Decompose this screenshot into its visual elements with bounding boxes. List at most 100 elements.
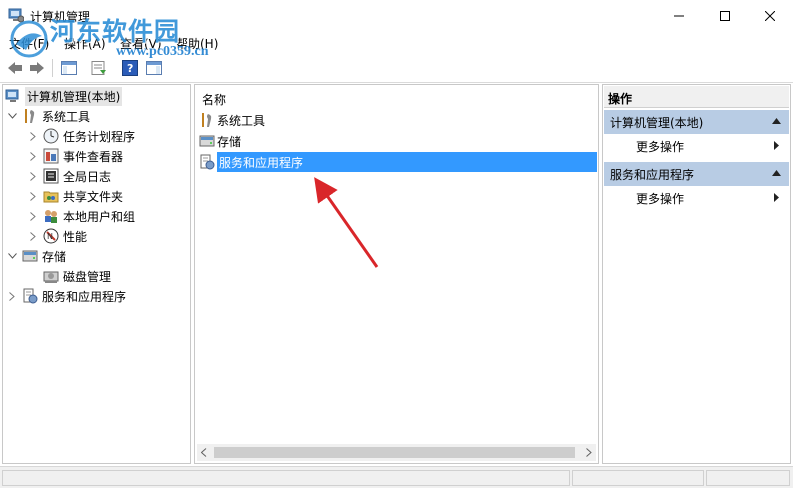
toolbar-separator <box>52 59 53 77</box>
submenu-arrow-icon <box>774 141 779 150</box>
status-cell-main <box>2 470 570 486</box>
tree-item-label: 服务和应用程序 <box>42 289 127 304</box>
tools-icon <box>25 109 35 123</box>
collapse-up-icon[interactable] <box>772 118 781 124</box>
actions-item-more-2[interactable]: 更多操作 <box>604 188 789 208</box>
column-header-name[interactable]: 名称 <box>202 91 226 108</box>
list-item-system-tools[interactable]: 系统工具 <box>199 110 419 130</box>
tree-item-local-users-groups[interactable]: 本地用户和组 <box>27 206 135 226</box>
clock-icon <box>43 128 59 144</box>
tree-item-label: 存储 <box>42 249 67 264</box>
help-icon: ? <box>122 60 138 76</box>
console-tree: 计算机管理(本地) 系统工具 任务计划程序 事件查看器 全局日志 共享文件夹 本… <box>2 84 191 464</box>
chevron-right-icon[interactable] <box>27 226 39 246</box>
annotation-arrow <box>314 177 379 268</box>
list-pane: 名称 系统工具 存储 服务和应用程序 <box>194 84 599 464</box>
selection-highlight: 服务和应用程序 <box>217 152 597 172</box>
tree-item-shared-folders[interactable]: 共享文件夹 <box>27 186 123 206</box>
show-hide-tree-button[interactable] <box>59 58 79 78</box>
services-icon <box>200 154 215 170</box>
tree-item-label: 任务计划程序 <box>63 129 136 144</box>
list-item-label: 存储 <box>217 134 242 149</box>
list-item-storage[interactable]: 存储 <box>199 131 419 151</box>
close-icon <box>765 10 775 21</box>
actions-section-computer-management[interactable]: 计算机管理(本地) <box>604 110 789 134</box>
back-button[interactable] <box>5 58 25 78</box>
horizontal-scrollbar[interactable] <box>197 444 596 461</box>
chevron-right-icon[interactable] <box>27 206 39 226</box>
tree-item-disk-management[interactable]: 磁盘管理 <box>43 266 111 286</box>
menu-action[interactable]: 操作(A) <box>64 35 106 52</box>
tree-item-label: 全局日志 <box>63 169 112 184</box>
menu-help[interactable]: 帮助(H) <box>176 35 218 52</box>
chevron-right-icon[interactable] <box>27 146 39 166</box>
action-pane-icon <box>146 61 162 75</box>
menu-file[interactable]: 文件(F) <box>9 35 49 52</box>
console-tree-icon <box>61 61 77 75</box>
list-item-services-apps[interactable]: 服务和应用程序 <box>199 152 597 172</box>
submenu-arrow-icon <box>774 193 779 202</box>
performance-icon: N <box>43 228 59 244</box>
disk-icon <box>43 271 59 283</box>
forward-button[interactable] <box>27 58 47 78</box>
svg-text:N: N <box>47 232 53 241</box>
tree-item-system-tools[interactable]: 系统工具 <box>6 106 90 126</box>
forward-arrow-icon <box>30 62 44 74</box>
status-bar <box>0 466 793 488</box>
maximize-button[interactable] <box>702 0 748 31</box>
chevron-right-icon[interactable] <box>6 286 18 306</box>
chevron-right-icon[interactable] <box>27 186 39 206</box>
chevron-down-icon[interactable] <box>6 106 18 126</box>
tree-item-label: 磁盘管理 <box>63 269 112 284</box>
actions-section-services-apps[interactable]: 服务和应用程序 <box>604 162 789 186</box>
tree-item-label: 系统工具 <box>42 109 91 124</box>
menu-bar: 文件(F) 操作(A) 查看(V) 帮助(H) <box>0 31 793 53</box>
status-cell-2 <box>572 470 704 486</box>
export-list-button[interactable] <box>89 58 109 78</box>
help-button[interactable]: ? <box>120 58 140 78</box>
tree-item-computer-management[interactable]: 计算机管理(本地) <box>5 86 123 106</box>
status-cell-3 <box>706 470 790 486</box>
tree-item-task-scheduler[interactable]: 任务计划程序 <box>27 126 135 146</box>
actions-item-more-1[interactable]: 更多操作 <box>604 136 789 156</box>
list-item-label: 服务和应用程序 <box>219 155 304 170</box>
actions-pane: 操作 计算机管理(本地) 更多操作 服务和应用程序 更多操作 <box>602 84 791 464</box>
show-action-pane-button[interactable] <box>144 58 164 78</box>
storage-icon <box>199 135 215 147</box>
export-list-icon <box>91 61 106 75</box>
computer-management-icon <box>5 89 19 102</box>
window-title: 计算机管理 <box>30 10 91 24</box>
title-bar: 计算机管理 <box>0 0 793 31</box>
event-viewer-icon <box>43 148 59 164</box>
tools-icon <box>202 113 212 127</box>
collapse-up-icon[interactable] <box>772 170 781 176</box>
minimize-button[interactable] <box>656 0 702 31</box>
tree-item-storage[interactable]: 存储 <box>6 246 66 266</box>
tree-item-label: 性能 <box>63 229 88 244</box>
scroll-left-icon[interactable] <box>201 448 207 457</box>
minimize-icon <box>674 15 684 16</box>
actions-header: 操作 <box>604 86 789 108</box>
tree-item-services-apps[interactable]: 服务和应用程序 <box>6 286 126 306</box>
maximize-icon <box>720 10 730 21</box>
actions-section-title: 服务和应用程序 <box>610 167 695 182</box>
tree-item-label: 共享文件夹 <box>63 189 124 204</box>
scroll-right-icon[interactable] <box>586 448 592 457</box>
close-button[interactable] <box>747 0 793 31</box>
menu-view[interactable]: 查看(V) <box>120 35 162 52</box>
tree-item-event-viewer[interactable]: 事件查看器 <box>27 146 123 166</box>
shared-folder-icon <box>43 191 59 203</box>
chevron-down-icon[interactable] <box>6 246 18 266</box>
users-icon <box>45 210 57 223</box>
more-actions-label: 更多操作 <box>636 192 685 206</box>
tree-item-label: 事件查看器 <box>63 149 124 164</box>
chevron-right-icon[interactable] <box>27 166 39 186</box>
back-arrow-icon <box>8 62 22 74</box>
svg-text:?: ? <box>127 62 133 75</box>
scrollbar-thumb[interactable] <box>214 447 575 458</box>
tree-item-performance[interactable]: N 性能 <box>27 226 87 246</box>
chevron-right-icon[interactable] <box>27 126 39 146</box>
more-actions-label: 更多操作 <box>636 140 685 154</box>
tree-item-global-log[interactable]: 全局日志 <box>27 166 111 186</box>
services-icon <box>23 288 38 304</box>
